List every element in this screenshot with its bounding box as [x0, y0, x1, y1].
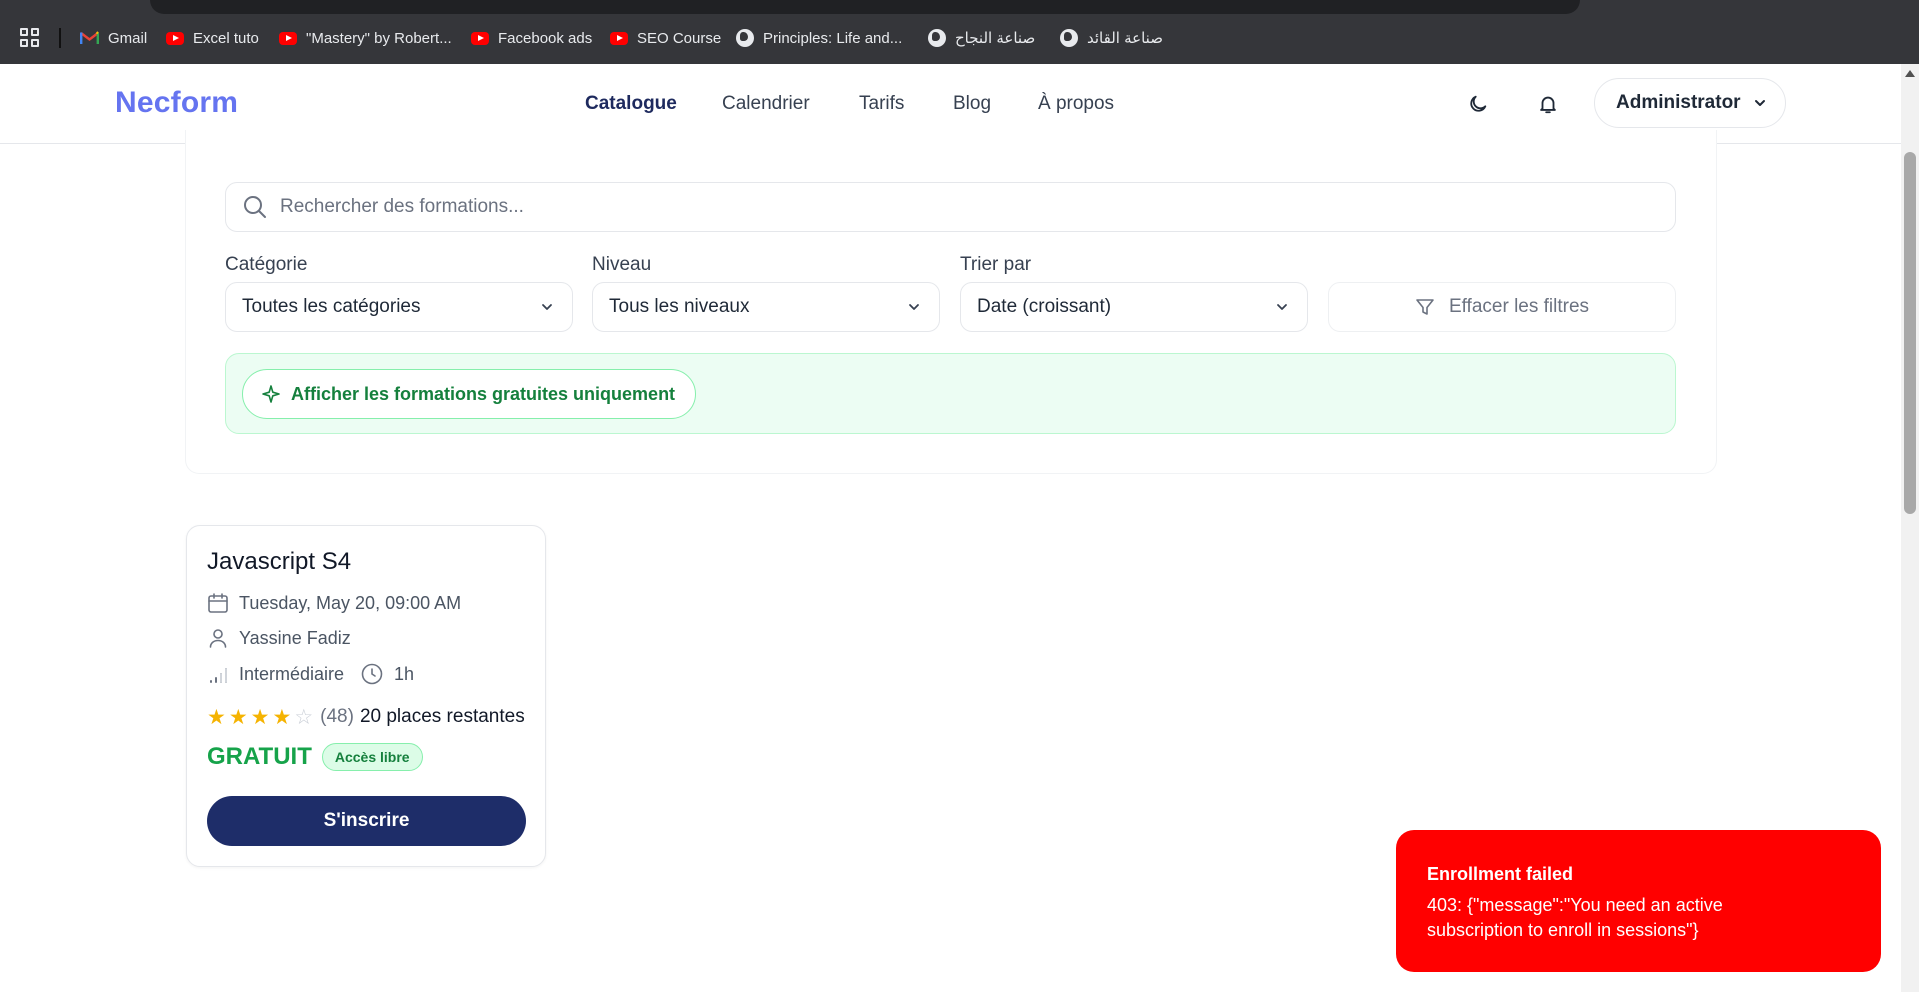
- toast-message: 403: {"message":"You need an active subs…: [1427, 895, 1723, 940]
- places-remaining: 20 places restantes: [359, 706, 525, 727]
- star-empty-icon: ☆: [294, 705, 314, 729]
- bookmark-label: "Mastery" by Robert...: [306, 29, 452, 47]
- moon-icon: [1470, 95, 1487, 112]
- page-scrollbar[interactable]: [1901, 64, 1919, 992]
- review-count: (48): [320, 706, 354, 727]
- logo[interactable]: Necform: [115, 86, 238, 120]
- bookmark-seo-course[interactable]: SEO Course: [610, 26, 721, 50]
- access-badge: Accès libre: [321, 743, 423, 771]
- level-label: Niveau: [592, 254, 652, 275]
- youtube-icon: [166, 31, 184, 45]
- gmail-icon: [80, 31, 99, 45]
- nav-blog[interactable]: Blog: [953, 93, 991, 115]
- chevron-down-icon: [909, 304, 919, 310]
- chevron-down-icon: [542, 304, 552, 310]
- bookmark-label: Gmail: [108, 29, 148, 47]
- bell-icon: [1540, 96, 1556, 114]
- course-title: Javascript S4: [207, 548, 352, 575]
- free-only-label: Afficher les formations gratuites unique…: [291, 383, 676, 404]
- star-filled-icon: ★: [228, 705, 248, 729]
- sort-select-value: Date (croissant): [977, 296, 1112, 317]
- theme-toggle-button[interactable]: [1460, 86, 1496, 122]
- bookmark-label: صناعة النجاح: [955, 30, 1036, 47]
- star-filled-icon: ★: [272, 705, 292, 729]
- search-icon: [244, 196, 266, 218]
- bookmark-sinaat-najah[interactable]: صناعة النجاح: [928, 26, 1035, 50]
- bookmarks-separator: [59, 28, 61, 48]
- youtube-icon: [471, 31, 489, 45]
- user-menu-button[interactable]: Administrator: [1594, 78, 1786, 128]
- youtube-icon: [610, 31, 628, 45]
- apps-grid-icon[interactable]: [20, 28, 42, 50]
- address-bar[interactable]: [150, 0, 1580, 14]
- course-instructor: Yassine Fadiz: [207, 627, 351, 649]
- level-select-value: Tous les niveaux: [609, 296, 750, 317]
- star-filled-icon: ★: [207, 705, 226, 729]
- bookmark-mastery[interactable]: "Mastery" by Robert...: [279, 26, 452, 50]
- clock-icon: [361, 663, 383, 685]
- category-select-value: Toutes les catégories: [242, 296, 421, 317]
- globe-icon: [1060, 29, 1078, 47]
- course-date: Tuesday, May 20, 09:00 AM: [207, 592, 461, 614]
- bookmark-gmail[interactable]: Gmail: [80, 26, 147, 50]
- course-rating: ★ ★ ★ ★ ☆ (48) 20 places restantes: [207, 706, 525, 728]
- clear-filters-label: Effacer les filtres: [1448, 296, 1590, 317]
- globe-icon: [928, 29, 946, 47]
- bookmark-label: Facebook ads: [498, 29, 593, 47]
- error-toast[interactable]: Enrollment failed 403: {"message":"You n…: [1396, 830, 1881, 972]
- user-icon: [209, 629, 227, 648]
- bookmark-principles[interactable]: Principles: Life and...: [736, 26, 902, 50]
- search-box[interactable]: [225, 182, 1676, 232]
- bookmark-excel-tuto[interactable]: Excel tuto: [166, 26, 259, 50]
- nav-a-propos[interactable]: À propos: [1038, 93, 1114, 115]
- enroll-button[interactable]: S'inscrire: [207, 796, 526, 846]
- globe-icon: [736, 29, 754, 47]
- sort-select[interactable]: Date (croissant): [960, 282, 1308, 332]
- youtube-icon: [279, 31, 297, 45]
- nav-tarifs[interactable]: Tarifs: [859, 93, 904, 115]
- calendar-icon: [208, 593, 228, 613]
- course-level-text: Intermédiaire: [239, 663, 345, 684]
- chevron-down-icon: [1754, 100, 1765, 106]
- clear-filters-button[interactable]: Effacer les filtres: [1328, 282, 1676, 332]
- nav-catalogue[interactable]: Catalogue: [585, 93, 677, 115]
- course-price-row: GRATUIT Accès libre: [207, 743, 423, 771]
- bookmark-facebook-ads[interactable]: Facebook ads: [471, 26, 592, 50]
- scroll-up-arrow-icon[interactable]: [1905, 70, 1915, 77]
- bookmark-sinaat-qaid[interactable]: صناعة القائد: [1060, 26, 1163, 50]
- course-price: GRATUIT: [207, 743, 312, 770]
- category-label: Catégorie: [225, 254, 308, 275]
- bookmark-label: Principles: Life and...: [763, 29, 903, 47]
- star-filled-icon: ★: [250, 705, 270, 729]
- course-card[interactable]: Javascript S4 Tuesday, May 20, 09:00 AM …: [186, 525, 546, 867]
- course-duration-text: 1h: [394, 663, 415, 684]
- search-input[interactable]: [280, 196, 1630, 218]
- signal-bars-icon: [210, 668, 227, 683]
- course-instructor-text: Yassine Fadiz: [239, 627, 351, 648]
- level-select[interactable]: Tous les niveaux: [592, 282, 940, 332]
- scrollbar-thumb[interactable]: [1904, 152, 1916, 514]
- bookmark-label: SEO Course: [637, 29, 722, 47]
- user-menu-label: Administrator: [1616, 92, 1741, 113]
- sort-label: Trier par: [960, 254, 1032, 275]
- course-date-text: Tuesday, May 20, 09:00 AM: [239, 592, 462, 613]
- bookmark-label: Excel tuto: [193, 29, 259, 47]
- filter-icon: [1416, 299, 1434, 315]
- category-select[interactable]: Toutes les catégories: [225, 282, 573, 332]
- course-level-duration: Intermédiaire 1h: [207, 662, 414, 686]
- notifications-button[interactable]: [1530, 86, 1566, 122]
- chevron-down-icon: [1277, 304, 1287, 310]
- free-only-toggle[interactable]: Afficher les formations gratuites unique…: [242, 369, 697, 419]
- nav-calendrier[interactable]: Calendrier: [722, 93, 810, 115]
- bookmarks-bar: Gmail Excel tuto "Mastery" by Robert... …: [0, 0, 1919, 64]
- toast-title: Enrollment failed: [1427, 864, 1574, 884]
- sparkle-icon: [262, 385, 280, 403]
- bookmark-label: صناعة القائد: [1087, 30, 1163, 47]
- free-filter-strip: Afficher les formations gratuites unique…: [225, 353, 1676, 434]
